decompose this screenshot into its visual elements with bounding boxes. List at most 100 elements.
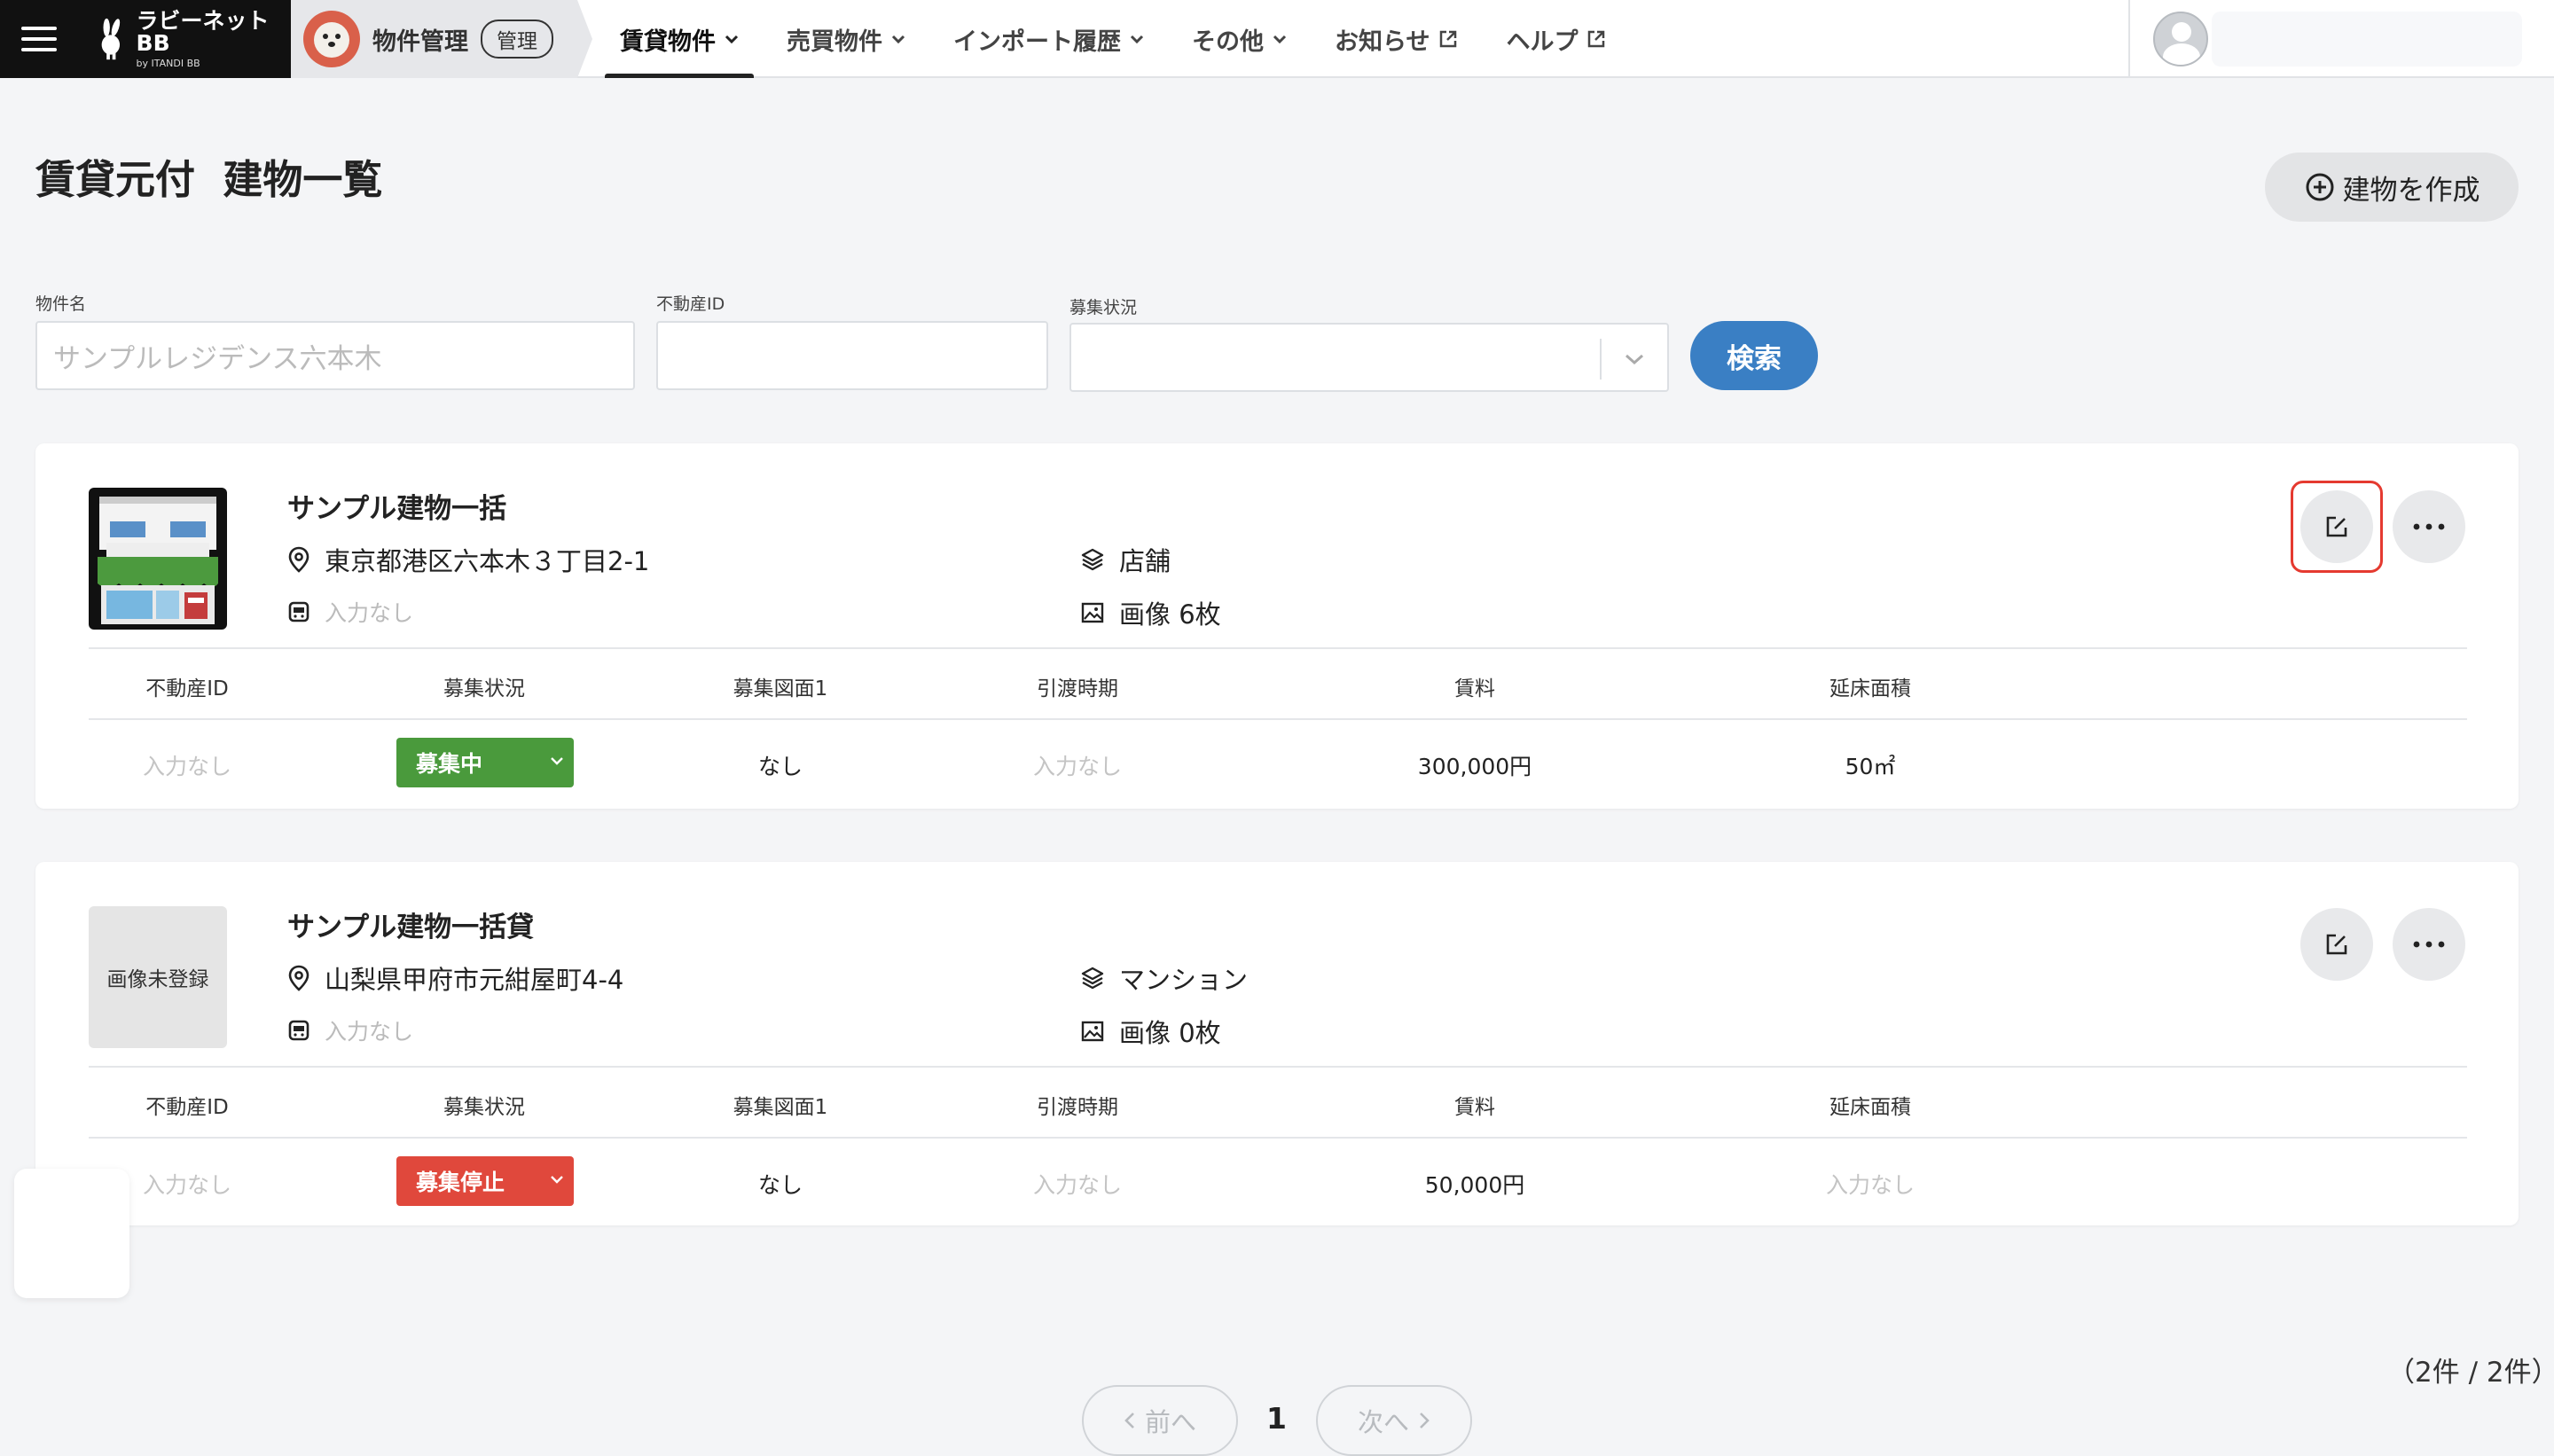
more-button[interactable] xyxy=(2393,490,2465,563)
col-rent: 賃料 xyxy=(1454,1096,1495,1119)
chevron-right-icon xyxy=(1420,1413,1430,1429)
chevron-down-icon xyxy=(551,1176,563,1184)
more-button[interactable] xyxy=(2393,908,2465,981)
logo-subtitle: by ITANDI BB xyxy=(136,58,200,69)
main-nav: 賃貸物件 売買物件 インポート履歴 その他 お知らせ ヘルプ xyxy=(605,0,1639,78)
app-switcher[interactable]: 物件管理 管理 xyxy=(291,0,592,78)
external-link-icon xyxy=(1588,30,1605,48)
select-arrow xyxy=(1600,339,1667,380)
next-page-button[interactable]: 次へ xyxy=(1316,1385,1472,1456)
layers-icon xyxy=(1081,548,1104,571)
image-icon xyxy=(1081,1021,1104,1042)
shop-illustration-icon xyxy=(89,488,227,630)
logo-title: ラビーネットBB xyxy=(136,8,270,56)
current-page[interactable]: 1 xyxy=(1266,1401,1287,1436)
cell-realestate-id: 入力なし xyxy=(142,1172,232,1198)
name-filter-input[interactable]: サンプルレジデンス六本木 xyxy=(35,321,635,390)
divider xyxy=(89,647,2467,649)
chevron-down-icon xyxy=(1130,35,1144,43)
search-button[interactable]: 検索 xyxy=(1690,321,1818,390)
nav-help-label: ヘルプ xyxy=(1506,27,1579,56)
create-building-label: 建物を作成 xyxy=(2342,174,2480,207)
prev-page-button[interactable]: 前へ xyxy=(1082,1385,1238,1456)
cell-delivery: 入力なし xyxy=(1032,1172,1123,1198)
chevron-down-icon xyxy=(725,35,739,43)
col-floor-area: 延床面積 xyxy=(1829,1096,1911,1119)
avatar[interactable] xyxy=(2153,12,2208,67)
building-thumbnail[interactable]: 画像未登録 xyxy=(89,906,227,1048)
col-rent: 賃料 xyxy=(1454,677,1495,701)
nav-sale[interactable]: 売買物件 xyxy=(772,0,921,78)
building-name[interactable]: サンプル建物一括貸 xyxy=(287,904,534,944)
menu-icon[interactable] xyxy=(0,0,78,78)
building-address: 東京都港区六本木３丁目2-1 xyxy=(287,541,649,578)
nav-import-history[interactable]: インポート履歴 xyxy=(938,0,1159,78)
name-filter-placeholder: サンプルレジデンス六本木 xyxy=(53,342,382,375)
top-header: ラビーネットBB by ITANDI BB 物件管理 管理 賃貸物件 売買物件 … xyxy=(0,0,2554,78)
status-dropdown[interactable]: 募集中 xyxy=(396,738,574,787)
col-drawing: 募集図面1 xyxy=(733,1096,828,1119)
no-image-text: 画像未登録 xyxy=(106,968,209,991)
building-name[interactable]: サンプル建物一括 xyxy=(287,486,506,526)
building-address-text: 山梨県甲府市元紺屋町4-4 xyxy=(325,965,624,995)
divider xyxy=(89,718,2467,720)
user-name xyxy=(2212,12,2522,67)
building-images-text: 画像 6枚 xyxy=(1119,599,1221,630)
nav-news-label: お知らせ xyxy=(1335,27,1430,56)
chevron-down-icon xyxy=(1273,35,1287,43)
location-pin-icon xyxy=(288,546,309,573)
floating-widget[interactable] xyxy=(14,1169,129,1298)
cell-rent: 50,000円 xyxy=(1424,1172,1525,1198)
building-station-text: 入力なし xyxy=(325,600,414,626)
nav-rental[interactable]: 賃貸物件 xyxy=(605,0,754,78)
status-dropdown[interactable]: 募集停止 xyxy=(396,1156,574,1206)
page-title: 賃貸元付 建物一覧 xyxy=(35,156,383,203)
chevron-left-icon xyxy=(1124,1413,1134,1429)
building-card: サンプル建物一括 東京都港区六本木３丁目2-1 入力なし 店舗 画像 6枚 不動… xyxy=(35,443,2519,809)
divider xyxy=(89,1066,2467,1068)
image-icon xyxy=(1081,602,1104,623)
edit-button[interactable] xyxy=(2300,490,2373,563)
edit-icon xyxy=(2326,516,2347,537)
train-icon xyxy=(288,1020,309,1041)
building-type-text: 店舗 xyxy=(1119,546,1171,576)
divider xyxy=(89,1137,2467,1139)
building-station: 入力なし xyxy=(287,596,413,628)
edit-button[interactable] xyxy=(2300,908,2373,981)
status-label: 募集中 xyxy=(416,751,483,777)
status-label: 募集停止 xyxy=(416,1170,505,1195)
building-type: 店舗 xyxy=(1080,541,1171,578)
name-filter-label: 物件名 xyxy=(35,294,87,314)
cell-rent: 300,000円 xyxy=(1417,754,1532,779)
cell-drawing: なし xyxy=(757,1172,803,1198)
building-thumbnail[interactable] xyxy=(89,488,227,630)
create-building-button[interactable]: 建物を作成 xyxy=(2265,153,2519,222)
id-filter-input[interactable] xyxy=(656,321,1048,390)
col-realestate-id: 不動産ID xyxy=(145,677,229,701)
nav-help[interactable]: ヘルプ xyxy=(1491,0,1621,78)
chevron-down-icon xyxy=(891,35,905,43)
nav-news[interactable]: お知らせ xyxy=(1320,0,1473,78)
edit-icon xyxy=(2326,934,2347,955)
building-images: 画像 6枚 xyxy=(1080,594,1221,631)
col-realestate-id: 不動産ID xyxy=(145,1096,229,1119)
location-pin-icon xyxy=(288,965,309,991)
chevron-down-icon xyxy=(551,757,563,765)
building-station-text: 入力なし xyxy=(325,1019,414,1045)
nav-other[interactable]: その他 xyxy=(1177,0,1302,78)
building-images: 画像 0枚 xyxy=(1080,1013,1221,1050)
more-horizontal-icon xyxy=(2413,523,2445,530)
col-delivery: 引渡時期 xyxy=(1037,1096,1118,1119)
building-type-text: マンション xyxy=(1119,965,1249,995)
nav-rental-label: 賃貸物件 xyxy=(620,27,716,56)
col-delivery: 引渡時期 xyxy=(1037,677,1118,701)
app-badge: 管理 xyxy=(481,20,553,59)
app-logo[interactable]: ラビーネットBB by ITANDI BB xyxy=(78,0,291,78)
cell-floor-area: 入力なし xyxy=(1825,1172,1916,1198)
app-name: 物件管理 xyxy=(372,27,468,56)
user-menu[interactable] xyxy=(2128,0,2554,78)
cell-realestate-id: 入力なし xyxy=(142,754,232,779)
status-filter-select[interactable] xyxy=(1069,323,1669,392)
status-filter-label: 募集状況 xyxy=(1069,298,1138,317)
cell-delivery: 入力なし xyxy=(1032,754,1123,779)
